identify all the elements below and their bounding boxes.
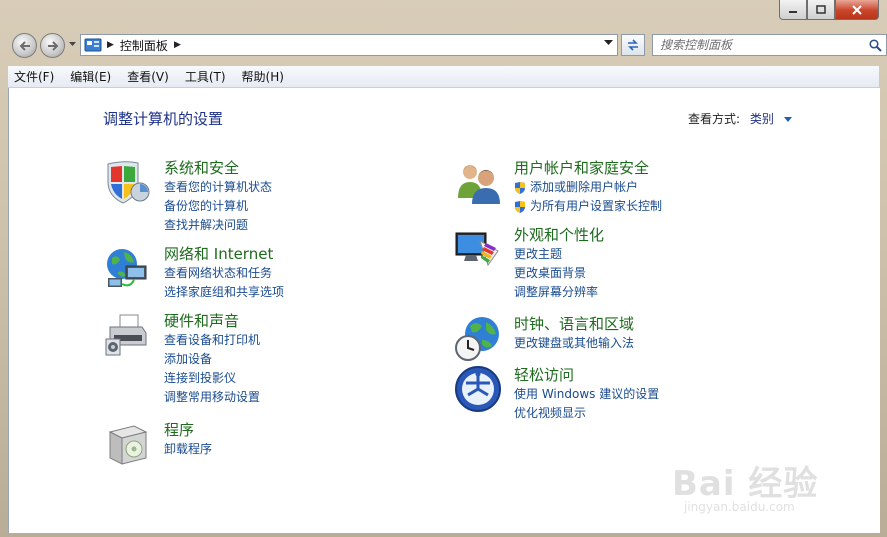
- minimize-icon: [789, 10, 797, 13]
- category-title[interactable]: 系统和安全: [164, 158, 504, 178]
- link-uninstall-program[interactable]: 卸载程序: [164, 440, 504, 459]
- arrow-right-icon: [47, 40, 58, 51]
- address-bar[interactable]: ▶ 控制面板 ▶: [80, 34, 618, 56]
- link-screen-resolution[interactable]: 调整屏幕分辨率: [514, 283, 854, 302]
- link-parental-controls[interactable]: 为所有用户设置家长控制: [514, 197, 854, 216]
- chevron-down-icon[interactable]: [783, 117, 792, 122]
- category-body: 系统和安全 查看您的计算机状态 备份您的计算机 查找并解决问题: [164, 158, 504, 235]
- breadcrumb-separator-icon: ▶: [107, 40, 114, 50]
- category-title[interactable]: 网络和 Internet: [164, 244, 504, 264]
- recent-pages-dropdown[interactable]: [69, 42, 76, 47]
- menu-bar: 文件(F) 编辑(E) 查看(V) 工具(T) 帮助(H): [8, 66, 879, 88]
- category-title[interactable]: 时钟、语言和区域: [514, 314, 854, 334]
- link-desktop-background[interactable]: 更改桌面背景: [514, 264, 854, 283]
- link-backup-computer[interactable]: 备份您的计算机: [164, 197, 504, 216]
- menu-file[interactable]: 文件(F): [8, 68, 60, 85]
- refresh-icon: [628, 39, 638, 51]
- uac-shield-icon: [515, 200, 525, 213]
- search-input[interactable]: [653, 37, 869, 53]
- view-mode-label: 查看方式:: [688, 112, 741, 126]
- link-recommended-settings[interactable]: 使用 Windows 建议的设置: [514, 385, 854, 404]
- shield-security-icon[interactable]: [104, 158, 152, 206]
- printer-hardware-icon[interactable]: [104, 311, 152, 359]
- uac-shield-icon: [515, 181, 525, 194]
- users-icon[interactable]: [454, 158, 502, 206]
- page-title: 调整计算机的设置: [103, 110, 224, 128]
- close-button[interactable]: [835, 0, 879, 20]
- view-mode: 查看方式: 类别: [688, 110, 792, 127]
- link-add-remove-accounts[interactable]: 添加或删除用户帐户: [514, 178, 854, 197]
- category-body: 硬件和声音 查看设备和打印机 添加设备 连接到投影仪 调整常用移动设置: [164, 311, 504, 407]
- category-title[interactable]: 外观和个性化: [514, 225, 854, 245]
- breadcrumb-control-panel[interactable]: 控制面板: [120, 37, 168, 54]
- maximize-button[interactable]: [807, 0, 835, 20]
- link-network-status[interactable]: 查看网络状态和任务: [164, 264, 504, 283]
- link-mobility-settings[interactable]: 调整常用移动设置: [164, 388, 504, 407]
- arrow-left-icon: [19, 40, 30, 51]
- category-body: 轻松访问 使用 Windows 建议的设置 优化视频显示: [514, 365, 854, 423]
- maximize-icon: [816, 5, 826, 14]
- programs-box-icon[interactable]: [104, 420, 152, 468]
- category-body: 时钟、语言和区域 更改键盘或其他输入法: [514, 314, 854, 353]
- menu-edit[interactable]: 编辑(E): [64, 68, 117, 85]
- category-body: 网络和 Internet 查看网络状态和任务 选择家庭组和共享选项: [164, 244, 504, 302]
- minimize-button[interactable]: [779, 0, 807, 20]
- link-connect-projector[interactable]: 连接到投影仪: [164, 369, 504, 388]
- category-title[interactable]: 程序: [164, 420, 504, 440]
- close-icon: [852, 4, 862, 15]
- link-optimize-video[interactable]: 优化视频显示: [514, 404, 854, 423]
- link-change-input-method[interactable]: 更改键盘或其他输入法: [514, 334, 854, 353]
- menu-view[interactable]: 查看(V): [121, 68, 175, 85]
- content-pane: 调整计算机的设置 查看方式: 类别 系统和安全 查看您的计算机状态 备份您的计算…: [8, 88, 880, 533]
- link-change-theme[interactable]: 更改主题: [514, 245, 854, 264]
- category-body: 外观和个性化 更改主题 更改桌面背景 调整屏幕分辨率: [514, 225, 854, 302]
- menu-help[interactable]: 帮助(H): [236, 68, 290, 85]
- control-panel-icon: [84, 38, 102, 52]
- category-title[interactable]: 轻松访问: [514, 365, 854, 385]
- clock-globe-icon[interactable]: [454, 314, 502, 362]
- navigation-row: ▶ 控制面板 ▶: [0, 28, 887, 64]
- network-globe-icon[interactable]: [104, 244, 152, 292]
- window-frame: ▶ 控制面板 ▶ 文件(F) 编辑(E) 查看(V) 工具(T) 帮助(H) 调…: [0, 0, 887, 537]
- category-title[interactable]: 用户帐户和家庭安全: [514, 158, 854, 178]
- link-label: 为所有用户设置家长控制: [530, 199, 663, 213]
- search-box[interactable]: [652, 34, 887, 56]
- breadcrumb-expand-icon[interactable]: ▶: [174, 40, 181, 50]
- link-label: 添加或删除用户帐户: [530, 180, 639, 194]
- category-body: 用户帐户和家庭安全 添加或删除用户帐户 为所有用户设置家长控制: [514, 158, 854, 216]
- link-view-computer-status[interactable]: 查看您的计算机状态: [164, 178, 504, 197]
- link-add-device[interactable]: 添加设备: [164, 350, 504, 369]
- forward-button[interactable]: [40, 33, 65, 58]
- category-title[interactable]: 硬件和声音: [164, 311, 504, 331]
- ease-of-access-icon[interactable]: [454, 365, 502, 413]
- refresh-button[interactable]: [621, 34, 645, 56]
- monitor-palette-icon[interactable]: [454, 225, 502, 273]
- link-troubleshoot[interactable]: 查找并解决问题: [164, 216, 504, 235]
- link-devices-printers[interactable]: 查看设备和打印机: [164, 331, 504, 350]
- category-body: 程序 卸载程序: [164, 420, 504, 459]
- view-mode-selector[interactable]: 类别: [750, 112, 774, 126]
- address-dropdown-icon[interactable]: [604, 40, 613, 46]
- back-button[interactable]: [12, 33, 37, 58]
- search-icon[interactable]: [869, 38, 882, 52]
- menu-tools[interactable]: 工具(T): [179, 68, 232, 85]
- link-homegroup-sharing[interactable]: 选择家庭组和共享选项: [164, 283, 504, 302]
- caption-buttons: [779, 0, 879, 20]
